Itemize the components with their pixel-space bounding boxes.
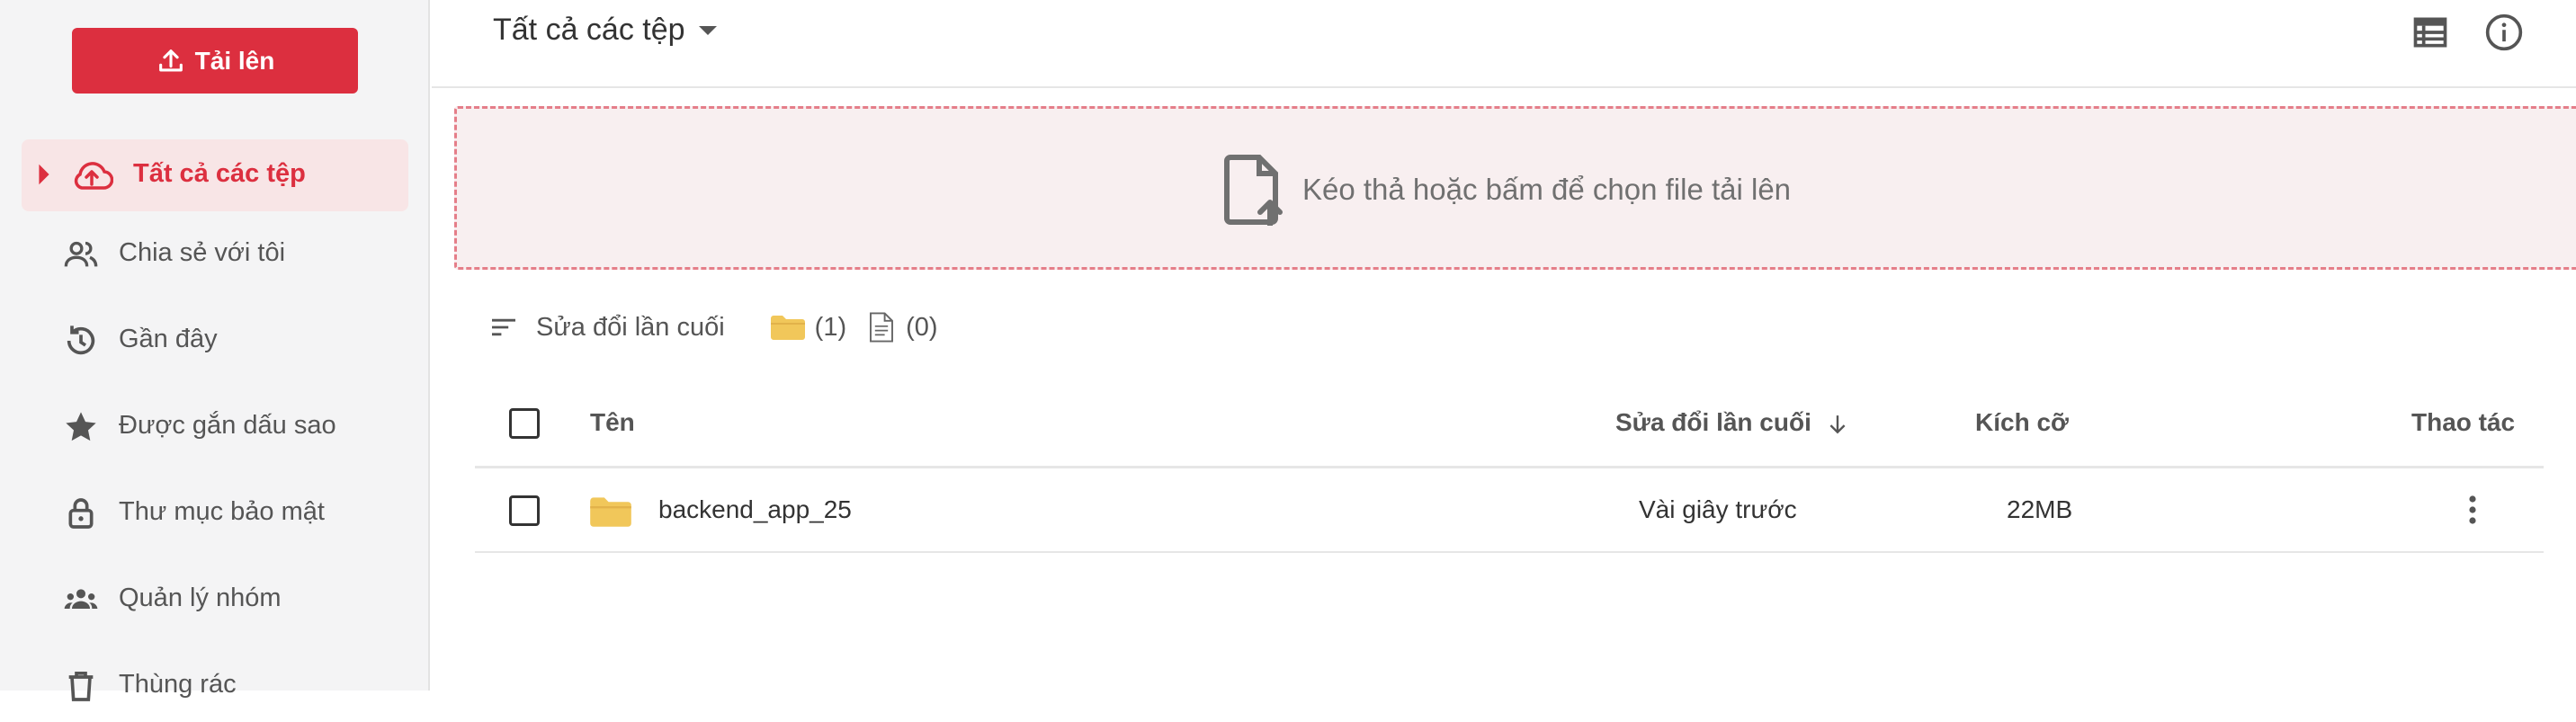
upload-button-label: Tải lên [194,46,275,75]
table-row[interactable]: backend_app_25 Vài giây trước 22MB [475,468,2544,553]
table-header: Tên Sửa đổi lần cuối Kích cỡ Thao tác [475,385,2544,468]
column-header-modified-label: Sửa đổi lần cuối [1615,408,1811,436]
file-upload-icon [1224,155,1283,226]
sidebar-item-label: Thùng rác [119,670,237,699]
file-modified: Vài giây trước [1639,495,1797,523]
column-header-actions: Thao tác [2411,408,2516,436]
sidebar-item-all-files[interactable]: Tất cả các tệp [22,139,408,211]
star-icon [66,412,96,441]
sidebar-item-label: Được gắn dấu sao [119,411,336,440]
file-table: Tên Sửa đổi lần cuối Kích cỡ Thao tác ba… [475,385,2544,553]
column-header-size[interactable]: Kích cỡ [1975,408,2069,437]
arrow-down-icon [1829,414,1846,434]
select-all-checkbox[interactable] [509,408,540,439]
trash-icon [68,672,94,701]
column-header-modified[interactable]: Sửa đổi lần cuối [1615,408,1847,437]
upload-icon [158,49,183,71]
folder-icon [590,497,631,527]
groups-icon [64,589,98,609]
file-count: (0) [906,312,938,342]
folder-count: (1) [814,312,847,342]
lock-icon [68,498,94,529]
sidebar-item-label: Gần đây [119,325,218,353]
sidebar: Tải lên Tất cả các tệp Chia sẻ với tôi G… [0,0,430,701]
upload-button[interactable]: Tải lên [72,28,358,94]
caret-right-icon [39,164,49,185]
sidebar-item-secure-folder[interactable]: Thư mục bảo mật [22,477,408,549]
chevron-down-icon [698,25,717,35]
list-view-icon[interactable] [2411,13,2450,52]
info-icon[interactable] [2484,13,2524,52]
upload-dropzone[interactable]: Kéo thả hoặc bấm để chọn file tải lên [454,106,2576,270]
document-icon [870,312,894,343]
sort-icon[interactable] [489,316,518,339]
column-header-name[interactable]: Tên [590,408,635,437]
sidebar-item-label: Chia sẻ với tôi [119,238,286,267]
file-size: 22MB [2007,495,2073,523]
folder-selector[interactable]: Tất cả các tệp [493,13,718,48]
file-name[interactable]: backend_app_25 [658,495,852,524]
dropzone-text: Kéo thả hoặc bấm để chọn file tải lên [1302,173,1792,206]
row-checkbox[interactable] [509,495,540,526]
sidebar-item-trash[interactable]: Thùng rác [22,650,408,722]
history-icon [67,325,95,355]
sidebar-item-label: Tất cả các tệp [133,159,306,188]
people-icon [64,241,98,267]
sort-bar: Sửa đổi lần cuối (1) (0) [489,308,938,347]
folder-icon [770,316,805,340]
cloud-upload-icon [74,162,113,190]
page-title: Tất cả các tệp [493,13,685,47]
sidebar-item-group-management[interactable]: Quản lý nhóm [22,564,408,636]
sidebar-item-starred[interactable]: Được gắn dấu sao [22,391,408,463]
sidebar-item-shared-with-me[interactable]: Chia sẻ với tôi [22,218,408,290]
top-bar: Tất cả các tệp [432,0,2576,88]
sidebar-item-label: Quản lý nhóm [119,584,282,612]
sort-label[interactable]: Sửa đổi lần cuối [536,313,725,343]
more-vert-icon[interactable] [2466,494,2479,526]
sidebar-item-label: Thư mục bảo mật [119,497,325,526]
sidebar-item-recent[interactable]: Gần đây [22,305,408,377]
